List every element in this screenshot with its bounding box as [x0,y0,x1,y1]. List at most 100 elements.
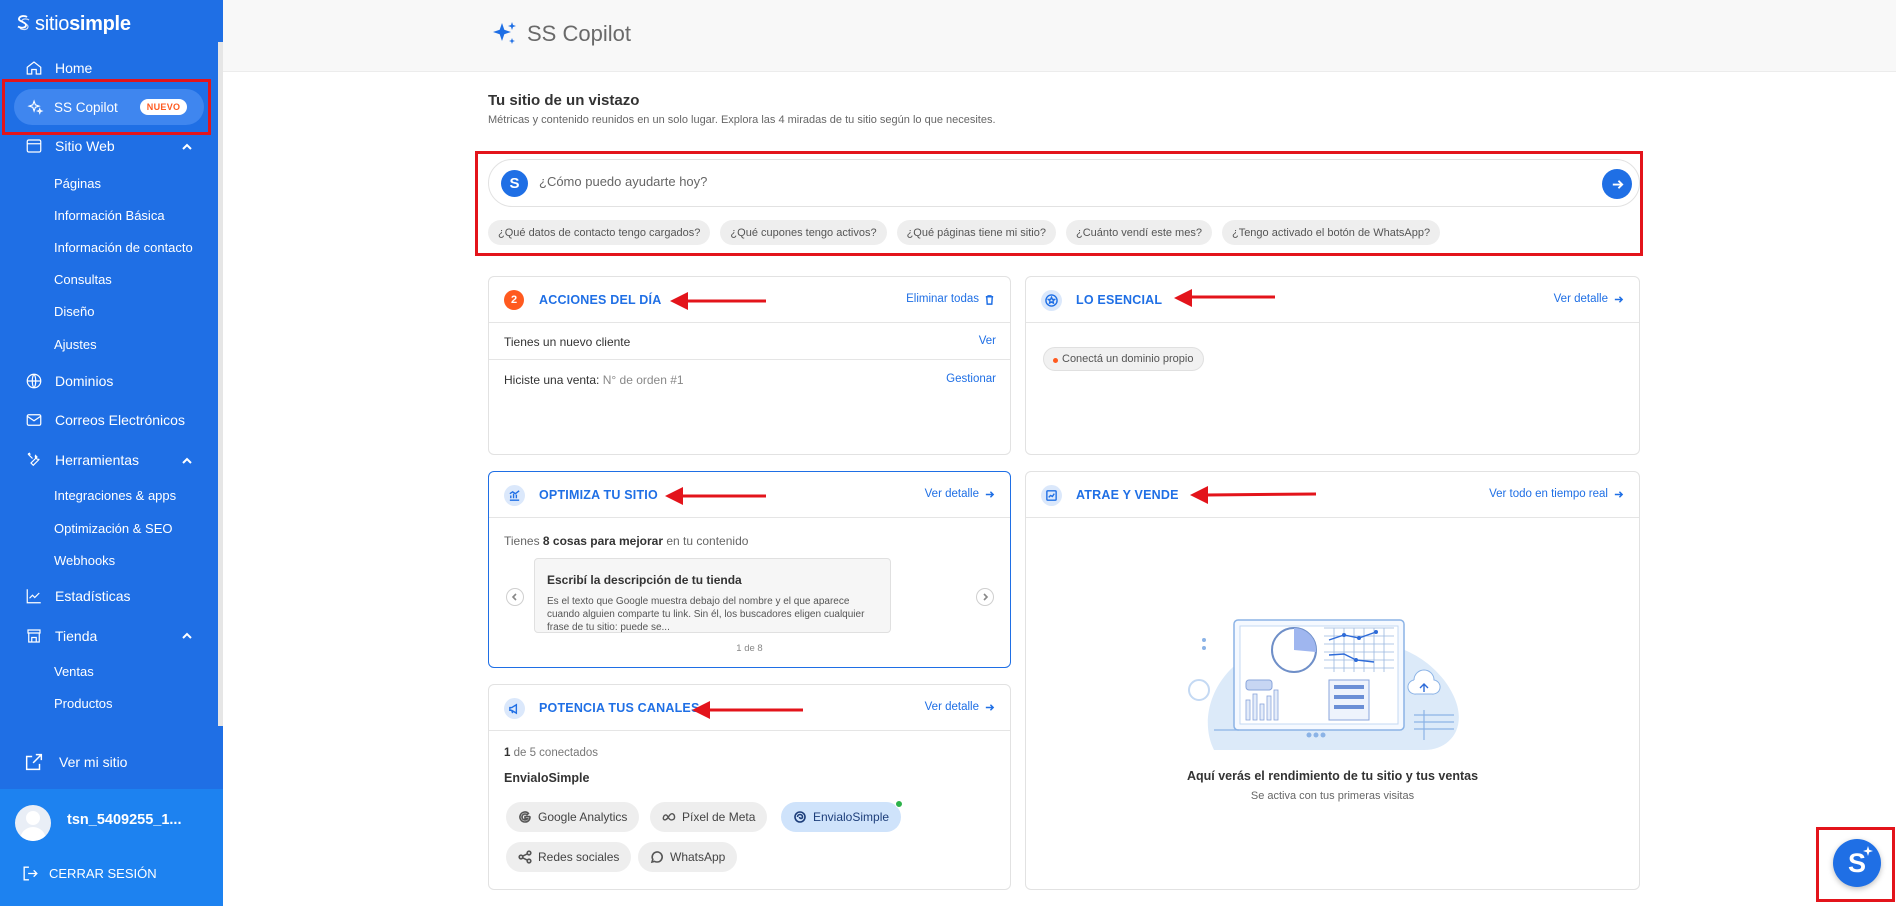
service-envialosimple[interactable]: EnvialoSimple [781,800,904,832]
delete-all-link[interactable]: Eliminar todas [906,293,995,305]
card-acciones-del-dia: 2 ACCIONES DEL DÍA Eliminar todas Tienes… [488,276,1011,455]
trash-icon [985,294,994,305]
user-name[interactable]: tsn_5409255_1... [67,812,181,828]
sidebar-item-label: Tienda [55,628,98,644]
chevron-up-icon[interactable] [181,455,193,467]
service-redes-sociales[interactable]: Redes sociales [506,842,632,872]
sidebar-subitem-webhooks[interactable]: Webhooks [54,553,115,568]
tools-icon [27,452,40,467]
sidebar-item-sitio-web[interactable]: Sitio Web [25,134,115,158]
tip-description: Es el texto que Google muestra debajo de… [547,596,865,633]
connected-number: 1 [504,747,511,759]
arrow-right-icon [985,703,995,711]
sidebar-subitem-optimizacion-seo[interactable]: Optimización & SEO [54,521,173,536]
sidebar-subitem-integraciones[interactable]: Integraciones & apps [54,488,176,503]
row-text: Tienes un nuevo cliente [504,335,631,349]
card-icon [504,698,525,719]
sidebar-item-correos[interactable]: Correos Electrónicos [25,408,185,432]
card-header: LO ESENCIAL Ver detalle [1026,277,1639,323]
suggestion-chip[interactable]: ¿Cuánto vendí este mes? [1066,220,1212,245]
whatsapp-icon [650,851,663,864]
tip-title: Escribí la descripción de tu tienda [547,573,742,587]
ver-detalle-link[interactable]: Ver detalle [925,701,995,713]
ver-detalle-link[interactable]: Ver detalle [925,488,995,500]
copilot-fab-button[interactable]: S [1833,839,1881,887]
sidebar-item-label: SS Copilot [54,99,118,115]
suggestion-chip[interactable]: ¿Tengo activado el botón de WhatsApp? [1221,220,1441,245]
card-optimiza-tu-sitio: OPTIMIZA TU SITIO Ver detalle Tienes 8 c… [488,471,1011,668]
service-whatsapp[interactable]: WhatsApp [638,842,738,872]
card-title: LO ESENCIAL [1076,293,1163,307]
send-button[interactable] [1602,169,1632,199]
arrow-right-icon [1614,295,1624,303]
gestionar-link[interactable]: Gestionar [946,373,996,385]
avatar[interactable] [15,805,51,841]
empty-state-title: Aquí verás el rendimiento de tu sitio y … [1186,769,1479,783]
service-pixel-meta[interactable]: Píxel de Meta [650,802,768,832]
sparkle-icon [493,22,516,44]
sidebar-subitem-consultas[interactable]: Consultas [54,272,112,287]
brand-part2: simple [69,12,131,35]
sidebar-item-home[interactable]: Home [25,56,92,80]
carousel-next-button[interactable] [976,588,994,606]
suggestion-chip[interactable]: ¿Qué cupones tengo activos? [720,220,887,245]
connect-domain-chip[interactable]: Conectá un dominio propio [1043,347,1205,371]
suggestion-chip[interactable]: ¿Qué datos de contacto tengo cargados? [488,220,711,245]
sidebar-subitem-informacion-basica[interactable]: Información Básica [54,208,165,223]
service-google-analytics[interactable]: Google Analytics [506,802,640,832]
suggestion-chip[interactable]: ¿Qué páginas tiene mi sitio? [896,220,1056,245]
suggestion-chips: ¿Qué datos de contacto tengo cargados? ¿… [488,220,1441,245]
brand-part1: sitio [35,12,70,35]
order-number: N° de orden #1 [602,373,684,387]
row-text: Hiciste una venta: N° de orden #1 [504,373,684,387]
ver-detalle-label: Ver detalle [924,488,979,500]
sidebar-item-estadisticas[interactable]: Estadísticas [25,584,130,608]
user-panel: tsn_5409255_1... CERRAR SESIÓN [0,789,223,906]
sparkle-icon [1863,846,1873,856]
arrow-right-icon [1614,490,1624,498]
service-label: WhatsApp [670,850,726,864]
summary-pre: Tienes [504,534,540,548]
sidebar-item-herramientas[interactable]: Herramientas [25,448,139,472]
tip-card[interactable]: Escribí la descripción de tu tienda Es e… [534,558,891,633]
card-icon [1041,290,1062,311]
ver-tiempo-real-link[interactable]: Ver todo en tiempo real [1489,488,1624,500]
copilot-prompt-input[interactable] [539,174,1579,189]
card-icon [504,485,525,506]
summary-bold: 8 cosas para mejorar [542,534,663,548]
carousel-pager: 1 de 8 [736,643,763,654]
ver-link[interactable]: Ver [979,335,996,347]
arrow-right-icon [985,490,995,498]
logo-icon [17,15,30,31]
sidebar-item-copilot[interactable]: SS Copilot NUEVO [14,89,204,125]
sidebar-item-tienda[interactable]: Tienda [25,624,97,648]
sidebar-scrollbar[interactable] [218,42,223,726]
delete-all-label: Eliminar todas [906,293,979,305]
view-site-link[interactable]: Ver mi sitio [23,750,127,774]
sidebar-subitem-productos[interactable]: Productos [54,696,113,711]
copilot-prompt-box[interactable]: S [488,159,1640,207]
browser-icon [26,139,42,153]
sidebar: sitio simple Home SS Copilot NUEVO Sitio … [0,0,223,906]
sidebar-item-dominios[interactable]: Dominios [25,369,113,393]
service-label: Píxel de Meta [682,810,756,824]
analytics-icon [509,490,520,501]
sidebar-subitem-diseno[interactable]: Diseño [54,304,94,319]
page-title: SS Copilot [491,20,631,48]
sidebar-item-label: Dominios [55,373,114,389]
ver-detalle-link[interactable]: Ver detalle [1554,293,1624,305]
sidebar-subitem-informacion-contacto[interactable]: Información de contacto [54,240,193,255]
sidebar-subitem-ventas[interactable]: Ventas [54,664,94,679]
chevron-up-icon[interactable] [181,141,193,153]
logout-button[interactable]: CERRAR SESIÓN [21,864,157,883]
chart-line-icon [26,589,41,604]
brand-logo[interactable]: sitio simple [15,12,131,36]
chevron-up-icon[interactable] [181,630,193,642]
service-label: EnvialoSimple [813,810,890,824]
sidebar-subitem-ajustes[interactable]: Ajustes [54,337,97,352]
growth-icon [1046,490,1057,501]
carousel-prev-button[interactable] [506,588,524,606]
card-title: OPTIMIZA TU SITIO [539,488,658,502]
sparkle-icon [27,98,44,115]
sidebar-subitem-paginas[interactable]: Páginas [54,176,101,191]
